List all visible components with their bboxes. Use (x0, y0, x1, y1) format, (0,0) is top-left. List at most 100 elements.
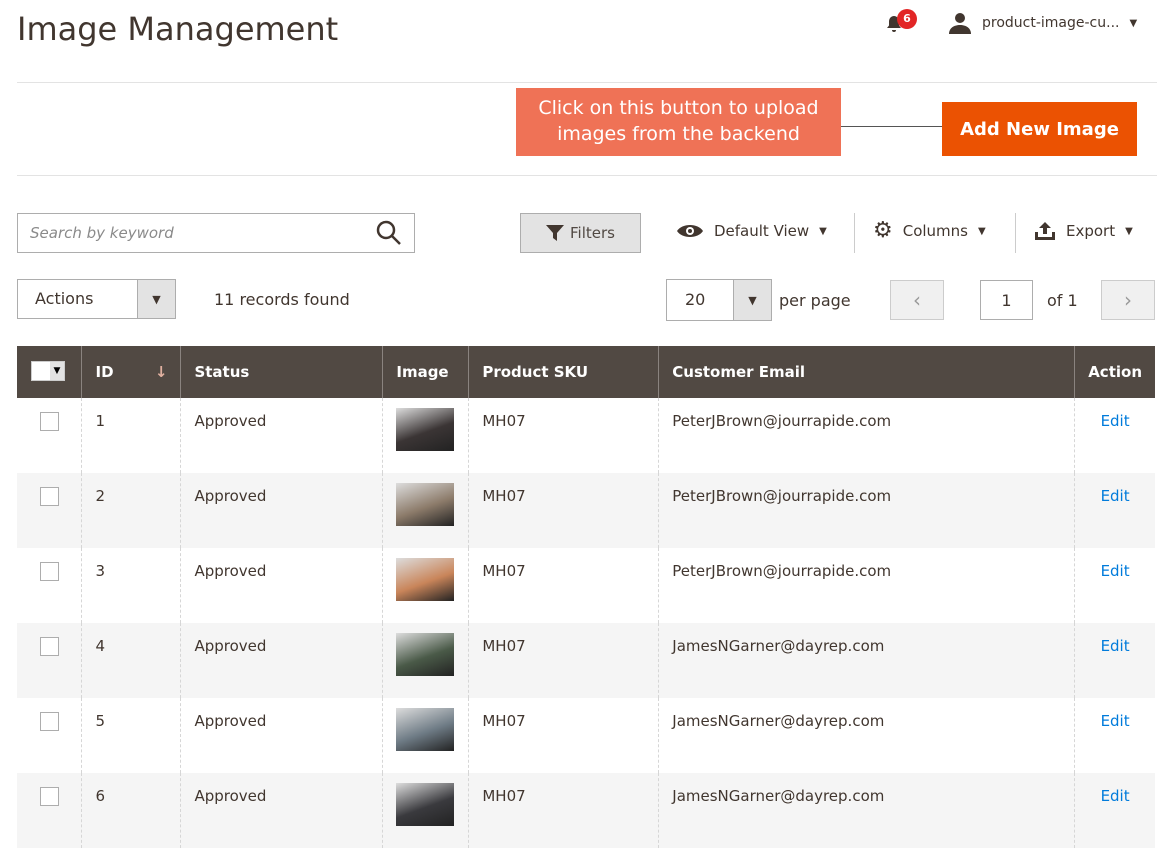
cell-action: Edit (1074, 623, 1155, 698)
cell-email: PeterJBrown@jourrapide.com (658, 473, 1075, 548)
view-label: Default View (714, 222, 810, 240)
records-count: 11 records found (214, 290, 350, 309)
mass-actions-dropdown[interactable]: Actions ▼ (17, 279, 176, 319)
next-page-button[interactable]: › (1101, 280, 1155, 320)
row-checkbox[interactable] (40, 412, 59, 431)
columns-dropdown[interactable]: ⚙ Columns ▼ (873, 220, 986, 242)
divider (17, 82, 1157, 83)
per-page-select[interactable]: 20 ▼ (666, 279, 772, 321)
cell-sku: MH07 (468, 473, 659, 548)
filter-icon (546, 225, 565, 241)
cell-action: Edit (1074, 398, 1155, 473)
page-input[interactable]: 1 (980, 280, 1033, 320)
cell-id: 3 (81, 548, 181, 623)
edit-link[interactable]: Edit (1101, 637, 1130, 655)
search-input[interactable]: Search by keyword (17, 213, 415, 253)
image-thumbnail[interactable] (396, 483, 455, 526)
column-email[interactable]: Customer Email (658, 346, 1075, 398)
column-label: ID (95, 363, 114, 381)
search-icon[interactable] (376, 220, 402, 246)
cell-action: Edit (1074, 473, 1155, 548)
cell-status: Approved (180, 773, 383, 848)
cell-email: JamesNGarner@dayrep.com (658, 698, 1075, 773)
cell-action: Edit (1074, 698, 1155, 773)
prev-page-button[interactable]: ‹ (890, 280, 944, 320)
row-checkbox[interactable] (40, 487, 59, 506)
table-row: 1 Approved MH07 PeterJBrown@jourrapide.c… (17, 398, 1155, 473)
column-sku[interactable]: Product SKU (468, 346, 659, 398)
select-all-header[interactable]: ▼ (17, 346, 82, 398)
row-select-cell (17, 623, 82, 698)
cell-image (382, 398, 469, 473)
row-checkbox[interactable] (40, 637, 59, 656)
row-select-cell (17, 473, 82, 548)
column-id[interactable]: ID ↓ (81, 346, 181, 398)
separator (1015, 213, 1016, 253)
column-action: Action (1074, 346, 1155, 398)
cell-action: Edit (1074, 548, 1155, 623)
image-thumbnail[interactable] (396, 783, 455, 826)
cell-image (382, 773, 469, 848)
chevron-down-icon: ▼ (733, 280, 771, 320)
search-placeholder: Search by keyword (30, 224, 174, 242)
view-dropdown[interactable]: Default View ▼ (676, 222, 827, 240)
row-checkbox[interactable] (40, 787, 59, 806)
cell-status: Approved (180, 623, 383, 698)
export-icon (1035, 222, 1055, 240)
image-thumbnail[interactable] (396, 408, 455, 451)
filters-button[interactable]: Filters (520, 213, 641, 253)
sort-arrow-icon: ↓ (154, 363, 168, 381)
user-icon (949, 13, 971, 34)
cell-sku: MH07 (468, 548, 659, 623)
select-all-checkbox[interactable]: ▼ (31, 360, 65, 381)
cell-image (382, 698, 469, 773)
user-name: product-image-cu... (982, 15, 1120, 31)
cell-action: Edit (1074, 773, 1155, 848)
filters-label: Filters (570, 224, 615, 242)
column-status[interactable]: Status (180, 346, 383, 398)
row-select-cell (17, 698, 82, 773)
separator (854, 213, 855, 253)
divider (17, 175, 1157, 176)
image-thumbnail[interactable] (396, 633, 455, 676)
table-row: 6 Approved MH07 JamesNGarner@dayrep.com … (17, 773, 1155, 848)
cell-image (382, 623, 469, 698)
export-label: Export (1066, 222, 1116, 240)
row-checkbox[interactable] (40, 562, 59, 581)
eye-icon (677, 225, 703, 237)
page-title: Image Management (17, 10, 339, 48)
image-thumbnail[interactable] (396, 558, 455, 601)
row-select-cell (17, 398, 82, 473)
cell-id: 4 (81, 623, 181, 698)
columns-label: Columns (902, 222, 968, 240)
table-header: ▼ ID ↓ Status Image Product SKU Customer … (17, 346, 1155, 398)
column-image[interactable]: Image (382, 346, 469, 398)
callout-connector (841, 126, 942, 127)
edit-link[interactable]: Edit (1101, 562, 1130, 580)
page-total: of 1 (1047, 291, 1078, 310)
cell-status: Approved (180, 473, 383, 548)
notification-badge[interactable]: 6 (897, 9, 917, 29)
cell-id: 2 (81, 473, 181, 548)
cell-status: Approved (180, 548, 383, 623)
row-checkbox[interactable] (40, 712, 59, 731)
edit-link[interactable]: Edit (1101, 412, 1130, 430)
per-page-value: 20 (685, 290, 706, 309)
edit-link[interactable]: Edit (1101, 487, 1130, 505)
cell-email: PeterJBrown@jourrapide.com (658, 548, 1075, 623)
cell-email: PeterJBrown@jourrapide.com (658, 398, 1075, 473)
cell-sku: MH07 (468, 623, 659, 698)
actions-label: Actions (35, 289, 94, 308)
edit-link[interactable]: Edit (1101, 712, 1130, 730)
add-new-image-button[interactable]: Add New Image (942, 102, 1137, 156)
cell-sku: MH07 (468, 398, 659, 473)
cell-sku: MH07 (468, 698, 659, 773)
user-menu[interactable]: product-image-cu... ▼ (948, 12, 1137, 34)
chevron-down-icon: ▼ (1129, 17, 1138, 29)
edit-link[interactable]: Edit (1101, 787, 1130, 805)
cell-id: 5 (81, 698, 181, 773)
export-dropdown[interactable]: Export ▼ (1034, 222, 1133, 240)
cell-status: Approved (180, 698, 383, 773)
cell-image (382, 473, 469, 548)
image-thumbnail[interactable] (396, 708, 455, 751)
